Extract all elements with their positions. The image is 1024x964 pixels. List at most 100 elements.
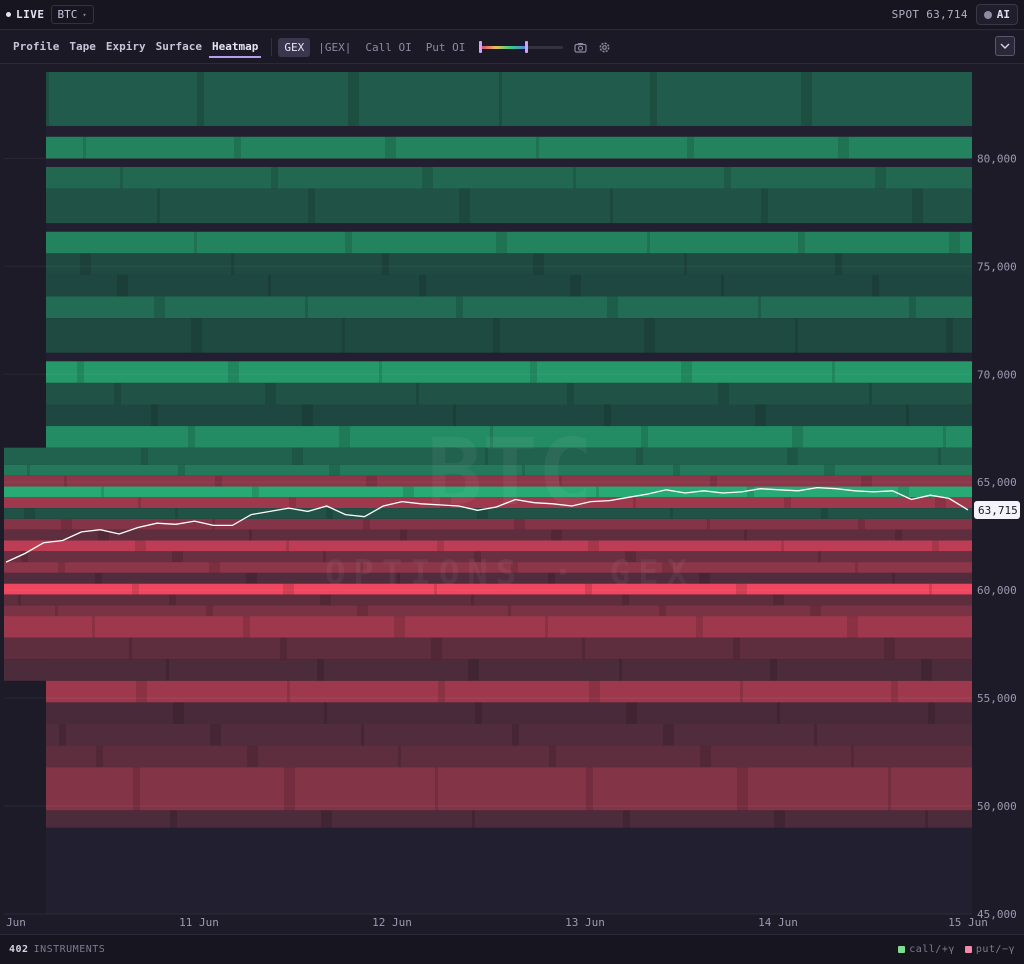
band-striation xyxy=(761,188,768,224)
gex-band xyxy=(46,188,972,224)
heatmap-svg[interactable]: BTC OPTIONS · GEX 80,000 75,000 70,000 65,0… xyxy=(0,64,1024,934)
band-striation xyxy=(567,382,574,405)
band-striation xyxy=(46,72,49,126)
gex-band xyxy=(4,605,972,617)
intensity-slider[interactable] xyxy=(479,40,564,54)
tab-expiry[interactable]: Expiry xyxy=(103,37,149,58)
band-striation xyxy=(851,745,854,768)
menu-dropdown-button[interactable] xyxy=(995,36,1015,56)
symbol-selector[interactable]: BTC ▾ xyxy=(50,5,94,24)
instrument-label: INSTRUMENTS xyxy=(33,944,106,955)
band-striation xyxy=(95,572,102,584)
band-striation xyxy=(456,296,463,319)
mode-abs-gex[interactable]: |GEX| xyxy=(312,38,357,57)
band-striation xyxy=(770,659,777,681)
tab-surface[interactable]: Surface xyxy=(153,37,205,58)
y-tick-label: 80,000 xyxy=(977,152,1017,165)
band-striation xyxy=(435,767,438,811)
band-striation xyxy=(422,166,433,189)
band-striation xyxy=(231,253,234,275)
band-striation xyxy=(508,605,511,617)
ai-label: AI xyxy=(996,8,1010,21)
band-striation xyxy=(132,583,139,595)
band-striation xyxy=(169,594,176,606)
slider-min-handle[interactable] xyxy=(479,41,483,53)
gex-band xyxy=(46,318,972,353)
band-striation xyxy=(283,583,294,595)
band-striation xyxy=(431,637,442,660)
band-striation xyxy=(55,605,58,617)
band-striation xyxy=(173,702,184,725)
band-striation xyxy=(673,464,680,476)
band-striation xyxy=(400,529,407,541)
band-striation xyxy=(138,497,141,509)
mode-gex[interactable]: GEX xyxy=(278,37,311,57)
band-striation xyxy=(265,382,276,405)
band-striation xyxy=(284,767,295,811)
band-striation xyxy=(317,659,324,681)
band-striation xyxy=(687,136,694,159)
tab-tape[interactable]: Tape xyxy=(66,37,99,58)
y-tick-label: 65,000 xyxy=(977,476,1017,489)
band-striation xyxy=(781,540,784,552)
band-striation xyxy=(271,166,278,189)
band-striation xyxy=(252,486,259,498)
band-striation xyxy=(136,680,147,703)
band-striation xyxy=(141,447,148,465)
band-striation xyxy=(166,659,169,681)
band-striation xyxy=(326,508,333,519)
band-striation xyxy=(512,724,519,746)
gex-band xyxy=(4,616,972,638)
mode-call-oi[interactable]: Call OI xyxy=(359,38,417,57)
band-striation xyxy=(681,361,692,383)
band-striation xyxy=(280,637,287,660)
band-striation xyxy=(249,529,252,541)
band-striation xyxy=(733,637,740,660)
band-striation xyxy=(619,659,622,681)
tab-profile[interactable]: Profile xyxy=(10,37,62,58)
band-striation xyxy=(795,318,798,353)
band-striation xyxy=(925,810,928,828)
chevron-down-icon: ▾ xyxy=(82,10,87,19)
band-striation xyxy=(623,810,630,828)
y-tick-label: 55,000 xyxy=(977,692,1017,705)
ai-button[interactable]: AI xyxy=(975,4,1018,25)
band-striation xyxy=(835,253,842,275)
symbol-label: BTC xyxy=(57,8,78,21)
live-label: LIVE xyxy=(16,8,45,21)
band-striation xyxy=(586,767,593,811)
x-tick-label: 12 Jun xyxy=(372,916,412,929)
band-striation xyxy=(438,680,445,703)
band-striation xyxy=(170,810,177,828)
tab-heatmap[interactable]: Heatmap xyxy=(208,37,262,58)
gex-band xyxy=(4,529,972,541)
band-striation xyxy=(773,594,784,606)
mode-put-oi[interactable]: Put OI xyxy=(420,38,472,57)
band-striation xyxy=(403,486,414,498)
band-striation xyxy=(361,724,364,746)
x-tick-label: 14 Jun xyxy=(758,916,798,929)
band-striation xyxy=(129,637,132,660)
band-striation xyxy=(935,497,946,509)
slider-gradient xyxy=(481,46,527,49)
band-striation xyxy=(636,447,643,465)
band-striation xyxy=(832,361,835,383)
band-striation xyxy=(724,166,731,189)
gex-heatmap-chart[interactable]: BTC OPTIONS · GEX 80,000 75,000 70,000 65,0… xyxy=(0,64,1024,934)
band-striation xyxy=(582,637,585,660)
band-striation xyxy=(684,253,687,275)
watermark-subtitle: OPTIONS · GEX xyxy=(325,553,695,593)
band-striation xyxy=(151,404,158,427)
slider-handle[interactable] xyxy=(525,41,529,53)
band-striation xyxy=(610,188,613,224)
gear-icon[interactable] xyxy=(597,40,611,54)
gex-band xyxy=(46,724,972,746)
legend-label-call: call/+γ xyxy=(909,944,955,955)
band-striation xyxy=(906,404,909,427)
band-striation xyxy=(308,188,315,224)
camera-icon[interactable] xyxy=(573,40,587,54)
gex-band xyxy=(46,382,972,405)
band-striation xyxy=(932,540,939,552)
y-tick-label: 60,000 xyxy=(977,584,1017,597)
band-striation xyxy=(345,231,352,254)
